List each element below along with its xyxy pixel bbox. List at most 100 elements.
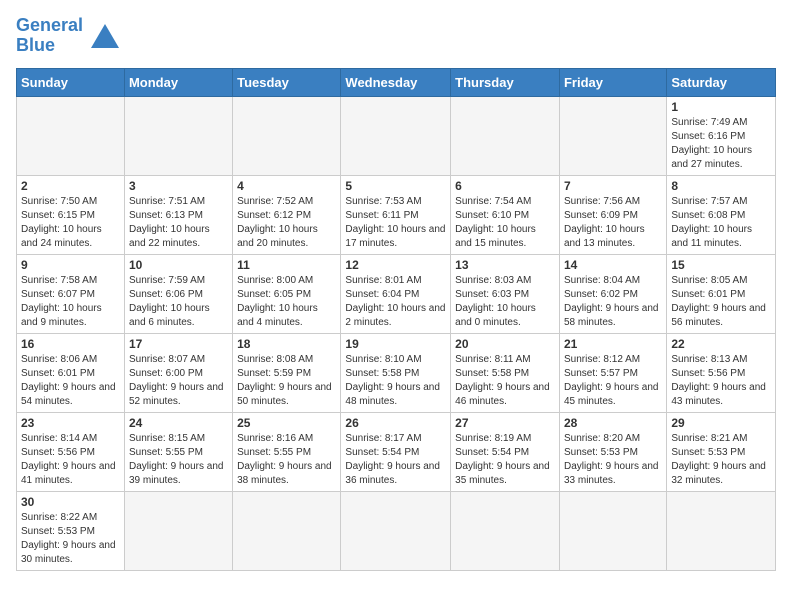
day-info: Sunrise: 8:12 AMSunset: 5:57 PMDaylight:… [564, 353, 662, 409]
calendar-week-2: 9 Sunrise: 7:58 AMSunset: 6:07 PMDaylight… [17, 254, 776, 333]
day-number: 3 [129, 179, 228, 193]
calendar-week-0: 1 Sunrise: 7:49 AMSunset: 6:16 PMDaylight… [17, 96, 776, 175]
weekday-header-friday: Friday [559, 68, 666, 96]
day-info: Sunrise: 7:52 AMSunset: 6:12 PMDaylight:… [237, 195, 336, 251]
calendar-cell [233, 491, 341, 570]
calendar-week-1: 2Sunrise: 7:50 AMSunset: 6:15 PMDaylight… [17, 175, 776, 254]
logo: GeneralBlue [16, 16, 119, 56]
day-info: Sunrise: 7:49 AMSunset: 6:16 PMDaylight:… [671, 116, 771, 172]
weekday-header-monday: Monday [124, 68, 232, 96]
day-info: Sunrise: 7:56 AMSunset: 6:09 PMDaylight:… [564, 195, 662, 251]
day-info: Sunrise: 8:15 AMSunset: 5:55 PMDaylight:… [129, 432, 228, 488]
calendar-cell: 9 Sunrise: 7:58 AMSunset: 6:07 PMDaylight… [17, 254, 125, 333]
calendar-cell: 18 Sunrise: 8:08 AMSunset: 5:59 PMDayligh… [233, 333, 341, 412]
day-number: 21 [564, 337, 662, 351]
day-number: 6 [455, 179, 555, 193]
day-number: 15 [671, 258, 771, 272]
day-info: Sunrise: 8:04 AMSunset: 6:02 PMDaylight:… [564, 274, 662, 330]
day-info: Sunrise: 7:59 AMSunset: 6:06 PMDaylight:… [129, 274, 228, 330]
day-info: Sunrise: 7:53 AMSunset: 6:11 PMDaylight:… [345, 195, 446, 251]
calendar-cell: 29 Sunrise: 8:21 AMSunset: 5:53 PMDayligh… [667, 412, 776, 491]
day-number: 23 [21, 416, 120, 430]
day-info: Sunrise: 7:58 AMSunset: 6:07 PMDaylight:… [21, 274, 120, 330]
day-number: 27 [455, 416, 555, 430]
day-number: 22 [671, 337, 771, 351]
calendar-cell [341, 96, 451, 175]
calendar-week-5: 30Sunrise: 8:22 AMSunset: 5:53 PMDayligh… [17, 491, 776, 570]
calendar-cell [559, 491, 666, 570]
calendar-cell: 21 Sunrise: 8:12 AMSunset: 5:57 PMDayligh… [559, 333, 666, 412]
calendar-cell: 2Sunrise: 7:50 AMSunset: 6:15 PMDaylight… [17, 175, 125, 254]
day-info: Sunrise: 7:51 AMSunset: 6:13 PMDaylight:… [129, 195, 228, 251]
day-info: Sunrise: 8:17 AMSunset: 5:54 PMDaylight:… [345, 432, 446, 488]
calendar-cell: 28 Sunrise: 8:20 AMSunset: 5:53 PMDayligh… [559, 412, 666, 491]
calendar-cell: 13 Sunrise: 8:03 AMSunset: 6:03 PMDayligh… [451, 254, 560, 333]
day-number: 11 [237, 258, 336, 272]
day-number: 10 [129, 258, 228, 272]
day-info: Sunrise: 7:57 AMSunset: 6:08 PMDaylight:… [671, 195, 771, 251]
calendar-cell: 15 Sunrise: 8:05 AMSunset: 6:01 PMDayligh… [667, 254, 776, 333]
calendar-cell: 4 Sunrise: 7:52 AMSunset: 6:12 PMDaylight… [233, 175, 341, 254]
calendar-cell: 10 Sunrise: 7:59 AMSunset: 6:06 PMDayligh… [124, 254, 232, 333]
day-number: 17 [129, 337, 228, 351]
calendar-cell [124, 96, 232, 175]
day-number: 18 [237, 337, 336, 351]
day-info: Sunrise: 8:07 AMSunset: 6:00 PMDaylight:… [129, 353, 228, 409]
calendar-cell [451, 96, 560, 175]
day-number: 19 [345, 337, 446, 351]
day-number: 5 [345, 179, 446, 193]
day-number: 9 [21, 258, 120, 272]
day-number: 24 [129, 416, 228, 430]
weekday-header-row: SundayMondayTuesdayWednesdayThursdayFrid… [17, 68, 776, 96]
day-info: Sunrise: 8:00 AMSunset: 6:05 PMDaylight:… [237, 274, 336, 330]
calendar-cell: 24 Sunrise: 8:15 AMSunset: 5:55 PMDayligh… [124, 412, 232, 491]
day-info: Sunrise: 8:21 AMSunset: 5:53 PMDaylight:… [671, 432, 771, 488]
day-number: 12 [345, 258, 446, 272]
calendar-cell: 17 Sunrise: 8:07 AMSunset: 6:00 PMDayligh… [124, 333, 232, 412]
day-number: 20 [455, 337, 555, 351]
weekday-header-wednesday: Wednesday [341, 68, 451, 96]
calendar-cell: 14 Sunrise: 8:04 AMSunset: 6:02 PMDayligh… [559, 254, 666, 333]
day-info: Sunrise: 8:20 AMSunset: 5:53 PMDaylight:… [564, 432, 662, 488]
calendar-cell [124, 491, 232, 570]
day-number: 26 [345, 416, 446, 430]
day-number: 28 [564, 416, 662, 430]
day-number: 29 [671, 416, 771, 430]
day-number: 13 [455, 258, 555, 272]
day-number: 7 [564, 179, 662, 193]
day-info: Sunrise: 8:10 AMSunset: 5:58 PMDaylight:… [345, 353, 446, 409]
day-info: Sunrise: 8:13 AMSunset: 5:56 PMDaylight:… [671, 353, 771, 409]
calendar-cell: 12 Sunrise: 8:01 AMSunset: 6:04 PMDayligh… [341, 254, 451, 333]
calendar-cell: 23Sunrise: 8:14 AMSunset: 5:56 PMDayligh… [17, 412, 125, 491]
calendar-cell: 8Sunrise: 7:57 AMSunset: 6:08 PMDaylight… [667, 175, 776, 254]
calendar-cell [341, 491, 451, 570]
day-info: Sunrise: 8:19 AMSunset: 5:54 PMDaylight:… [455, 432, 555, 488]
calendar-cell: 26 Sunrise: 8:17 AMSunset: 5:54 PMDayligh… [341, 412, 451, 491]
day-info: Sunrise: 7:54 AMSunset: 6:10 PMDaylight:… [455, 195, 555, 251]
header: GeneralBlue [16, 16, 776, 56]
calendar-cell: 20 Sunrise: 8:11 AMSunset: 5:58 PMDayligh… [451, 333, 560, 412]
calendar-cell: 3 Sunrise: 7:51 AMSunset: 6:13 PMDaylight… [124, 175, 232, 254]
weekday-header-thursday: Thursday [451, 68, 560, 96]
calendar-cell: 30Sunrise: 8:22 AMSunset: 5:53 PMDayligh… [17, 491, 125, 570]
day-number: 4 [237, 179, 336, 193]
day-number: 25 [237, 416, 336, 430]
day-number: 14 [564, 258, 662, 272]
calendar-cell [233, 96, 341, 175]
day-info: Sunrise: 8:01 AMSunset: 6:04 PMDaylight:… [345, 274, 446, 330]
weekday-header-sunday: Sunday [17, 68, 125, 96]
day-info: Sunrise: 8:11 AMSunset: 5:58 PMDaylight:… [455, 353, 555, 409]
day-info: Sunrise: 8:05 AMSunset: 6:01 PMDaylight:… [671, 274, 771, 330]
day-info: Sunrise: 7:50 AMSunset: 6:15 PMDaylight:… [21, 195, 120, 251]
day-number: 1 [671, 100, 771, 114]
calendar-cell [667, 491, 776, 570]
weekday-header-tuesday: Tuesday [233, 68, 341, 96]
day-info: Sunrise: 8:08 AMSunset: 5:59 PMDaylight:… [237, 353, 336, 409]
weekday-header-saturday: Saturday [667, 68, 776, 96]
calendar-week-3: 16Sunrise: 8:06 AMSunset: 6:01 PMDayligh… [17, 333, 776, 412]
calendar-cell: 6 Sunrise: 7:54 AMSunset: 6:10 PMDaylight… [451, 175, 560, 254]
calendar-cell [559, 96, 666, 175]
day-info: Sunrise: 8:22 AMSunset: 5:53 PMDaylight:… [21, 511, 120, 567]
logo-text: GeneralBlue [16, 16, 83, 56]
day-info: Sunrise: 8:03 AMSunset: 6:03 PMDaylight:… [455, 274, 555, 330]
